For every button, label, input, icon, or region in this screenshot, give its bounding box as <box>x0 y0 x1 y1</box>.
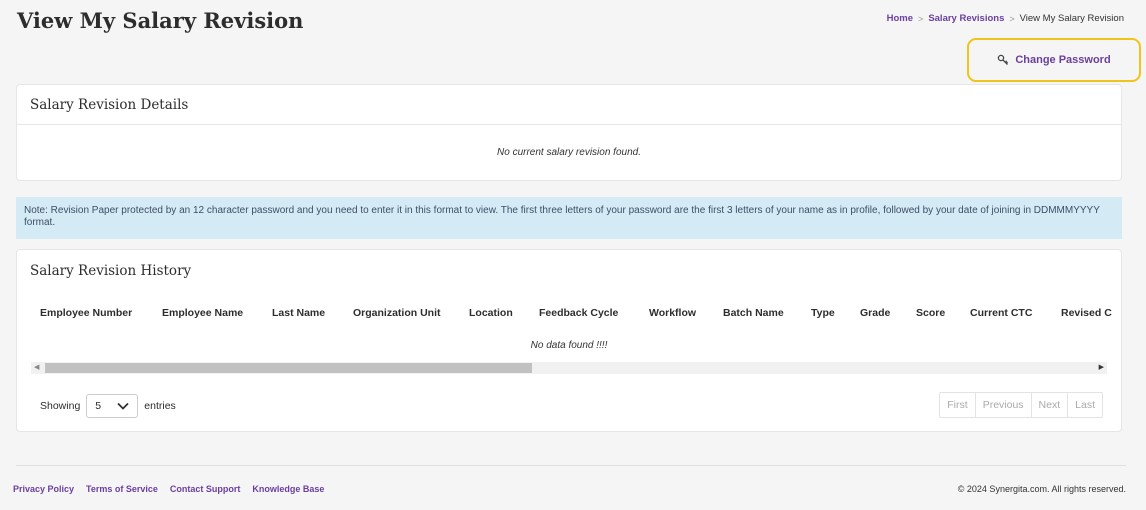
column-header[interactable]: Grade <box>860 307 890 319</box>
breadcrumb-separator: > <box>1009 13 1015 24</box>
breadcrumb-home[interactable]: Home <box>887 13 913 24</box>
pagination-next-button[interactable]: Next <box>1032 393 1069 417</box>
details-card-title: Salary Revision Details <box>17 85 1121 125</box>
key-icon <box>998 54 1009 65</box>
column-header[interactable]: Score <box>916 307 945 319</box>
showing-label: Showing <box>40 400 81 412</box>
change-password-label: Change Password <box>1015 54 1111 66</box>
entries-select-value: 5 <box>95 400 102 412</box>
breadcrumb-separator: > <box>918 13 924 24</box>
entries-select[interactable]: 5 <box>86 394 139 418</box>
details-empty-message: No current salary revision found. <box>497 147 641 158</box>
history-empty-message: No data found !!!! <box>530 340 608 351</box>
column-header[interactable]: Type <box>811 307 835 319</box>
copyright: © 2024 Synergita.com. All rights reserve… <box>957 484 1126 494</box>
footer-link-privacy-policy[interactable]: Privacy Policy <box>13 484 74 494</box>
column-header[interactable]: Employee Number <box>40 307 132 319</box>
salary-revision-history-card: Salary Revision History Employee Number … <box>16 249 1122 432</box>
pagination-first-button[interactable]: First <box>940 393 976 417</box>
scroll-right-icon[interactable]: ▶ <box>1099 362 1104 374</box>
footer-divider <box>16 465 1126 466</box>
scrollbar-thumb[interactable] <box>45 363 532 373</box>
page-length-control: Showing 5 entries <box>40 394 176 418</box>
column-header[interactable]: Last Name <box>272 307 325 319</box>
column-header[interactable]: Batch Name <box>723 307 784 319</box>
column-header[interactable]: Feedback Cycle <box>539 307 618 319</box>
history-card-title: Salary Revision History <box>30 263 192 279</box>
change-password-button[interactable]: Change Password <box>967 38 1141 82</box>
column-header[interactable]: Organization Unit <box>353 307 441 319</box>
column-header[interactable]: Workflow <box>649 307 696 319</box>
page-title: View My Salary Revision <box>17 8 304 33</box>
entries-label: entries <box>144 400 176 412</box>
footer-links: Privacy Policy Terms of Service Contact … <box>13 484 324 494</box>
footer-link-terms-of-service[interactable]: Terms of Service <box>86 484 158 494</box>
scroll-left-icon[interactable]: ◀ <box>34 362 39 374</box>
column-header[interactable]: Employee Name <box>162 307 243 319</box>
salary-revision-details-card: Salary Revision Details No current salar… <box>16 84 1122 181</box>
column-header[interactable]: Revised C <box>1061 307 1112 319</box>
breadcrumb-salary-revisions[interactable]: Salary Revisions <box>928 13 1004 24</box>
breadcrumb: Home > Salary Revisions > View My Salary… <box>887 13 1124 24</box>
footer-link-knowledge-base[interactable]: Knowledge Base <box>252 484 324 494</box>
footer-link-contact-support[interactable]: Contact Support <box>170 484 241 494</box>
horizontal-scrollbar[interactable]: ◀ ▶ <box>31 362 1107 374</box>
chevron-down-icon <box>117 402 129 410</box>
pagination-last-button[interactable]: Last <box>1068 393 1102 417</box>
pagination: First Previous Next Last <box>939 392 1103 418</box>
history-table-header: Employee Number Employee Name Last Name … <box>17 307 1121 321</box>
password-note: Note: Revision Paper protected by an 12 … <box>16 197 1122 239</box>
column-header[interactable]: Current CTC <box>970 307 1032 319</box>
pagination-previous-button[interactable]: Previous <box>976 393 1032 417</box>
breadcrumb-current: View My Salary Revision <box>1019 13 1124 24</box>
column-header[interactable]: Location <box>469 307 513 319</box>
